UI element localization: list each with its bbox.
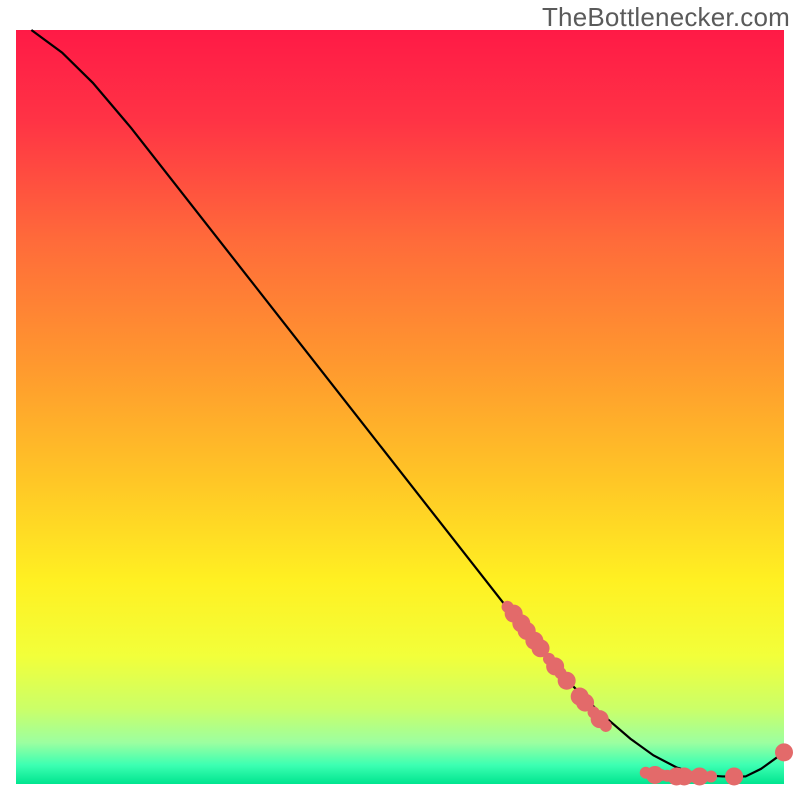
chart-background bbox=[16, 30, 784, 784]
gpu-point bbox=[600, 720, 612, 732]
chart-container: TheBottlenecker.com bbox=[0, 0, 800, 800]
bottleneck-chart bbox=[0, 0, 800, 800]
gpu-point bbox=[775, 743, 793, 761]
gpu-point bbox=[725, 767, 743, 785]
gpu-point bbox=[558, 672, 576, 690]
gpu-point bbox=[705, 770, 717, 782]
